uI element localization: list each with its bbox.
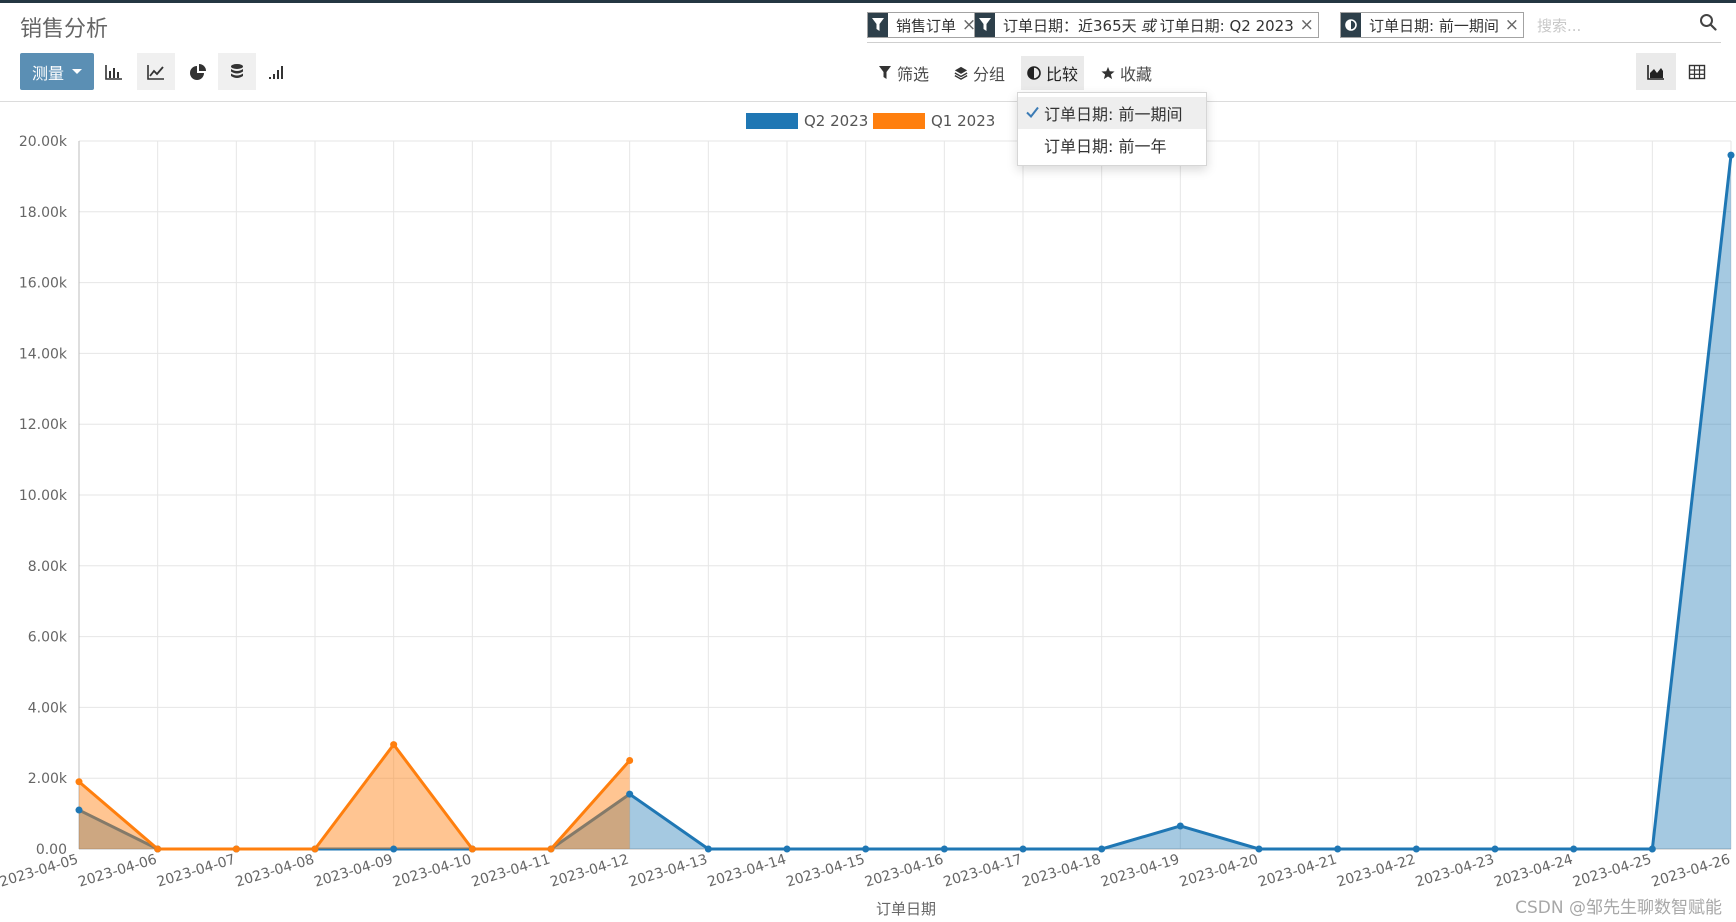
data-point-q1 [232, 845, 240, 853]
y-tick-label: 18.00k [19, 205, 68, 221]
x-tick-label: 2023-04-14 [706, 852, 789, 891]
data-point-q2 [940, 845, 948, 853]
x-tick-label: 2023-04-11 [470, 852, 552, 891]
x-tick-label: 2023-04-26 [1650, 852, 1733, 891]
data-point-q2 [1570, 845, 1578, 853]
x-tick-label: 2023-04-06 [76, 852, 159, 891]
x-axis-title: 订单日期 [876, 900, 937, 918]
x-tick-label: 2023-04-07 [155, 852, 237, 891]
data-point-q1 [311, 845, 319, 853]
x-tick-label: 2023-04-23 [1414, 852, 1496, 891]
series-area-q2 [79, 155, 1731, 849]
compare-option-previous-period[interactable]: 订单日期: 前一期间 [1018, 97, 1206, 129]
x-tick-label: 2023-04-22 [1335, 852, 1417, 891]
compare-option-previous-year[interactable]: 订单日期: 前一年 [1018, 129, 1206, 161]
x-tick-label: 2023-04-18 [1020, 852, 1102, 891]
y-tick-label: 10.00k [19, 488, 68, 504]
y-tick-label: 20.00k [19, 134, 68, 150]
data-point-q1 [154, 845, 162, 853]
data-point-q2 [1176, 822, 1184, 830]
legend-label: Q2 2023 [804, 112, 869, 130]
x-tick-label: 2023-04-13 [627, 852, 709, 891]
legend-item-q1[interactable]: Q1 2023 [873, 112, 995, 130]
compare-dropdown: 订单日期: 前一期间 订单日期: 前一年 [1017, 92, 1207, 166]
compare-option-label: 订单日期: 前一年 [1044, 137, 1167, 156]
data-point-q2 [75, 806, 83, 814]
x-tick-label: 2023-04-09 [312, 852, 394, 891]
data-point-q1 [390, 741, 398, 749]
y-tick-label: 6.00k [28, 630, 68, 646]
x-tick-label: 2023-04-17 [942, 852, 1024, 891]
data-point-q2 [1648, 845, 1656, 853]
x-tick-label: 2023-04-25 [1571, 852, 1653, 891]
x-tick-label: 2023-04-19 [1099, 852, 1181, 891]
data-point-q2 [1334, 845, 1342, 853]
x-tick-label: 2023-04-24 [1492, 852, 1575, 891]
x-tick-label: 2023-04-08 [234, 852, 316, 891]
check-icon [1026, 106, 1039, 118]
legend-label: Q1 2023 [931, 112, 996, 130]
data-point-q2 [626, 790, 634, 798]
x-tick-label: 2023-04-15 [784, 852, 866, 891]
data-point-q2 [862, 845, 870, 853]
watermark: CSDN @邹先生聊数智赋能 [1515, 898, 1722, 918]
legend-swatch [873, 113, 925, 129]
data-point-q2 [704, 845, 712, 853]
data-point-q1 [626, 757, 634, 764]
x-tick-label: 2023-04-12 [548, 852, 630, 891]
y-tick-label: 12.00k [19, 417, 68, 433]
data-point-q2 [1098, 845, 1106, 853]
y-tick-label: 16.00k [19, 276, 68, 292]
data-point-q2 [1255, 845, 1263, 853]
data-point-q1 [547, 845, 555, 853]
x-tick-label: 2023-04-16 [863, 852, 946, 891]
data-point-q1 [75, 778, 83, 786]
legend-item-q2[interactable]: Q2 2023 [746, 112, 868, 130]
x-tick-label: 2023-04-21 [1256, 852, 1338, 891]
y-tick-label: 8.00k [28, 559, 68, 575]
y-tick-label: 4.00k [28, 700, 68, 716]
y-tick-label: 2.00k [28, 771, 68, 787]
data-point-q2 [1412, 845, 1420, 853]
compare-option-label: 订单日期: 前一期间 [1044, 105, 1183, 124]
series-line-q2 [78, 154, 1733, 851]
line-chart: 0.002.00k4.00k6.00k8.00k10.00k12.00k14.0… [0, 134, 1735, 891]
data-point-q2 [783, 845, 791, 853]
data-point-q1 [468, 845, 476, 853]
data-point-q2 [1727, 151, 1735, 159]
data-point-q2 [1491, 845, 1499, 853]
y-tick-label: 14.00k [19, 346, 68, 362]
x-tick-label: 2023-04-20 [1178, 852, 1260, 891]
legend-swatch [746, 113, 798, 129]
data-point-q2 [1019, 845, 1027, 853]
data-point-q2 [390, 845, 398, 853]
x-tick-label: 2023-04-10 [391, 852, 473, 891]
